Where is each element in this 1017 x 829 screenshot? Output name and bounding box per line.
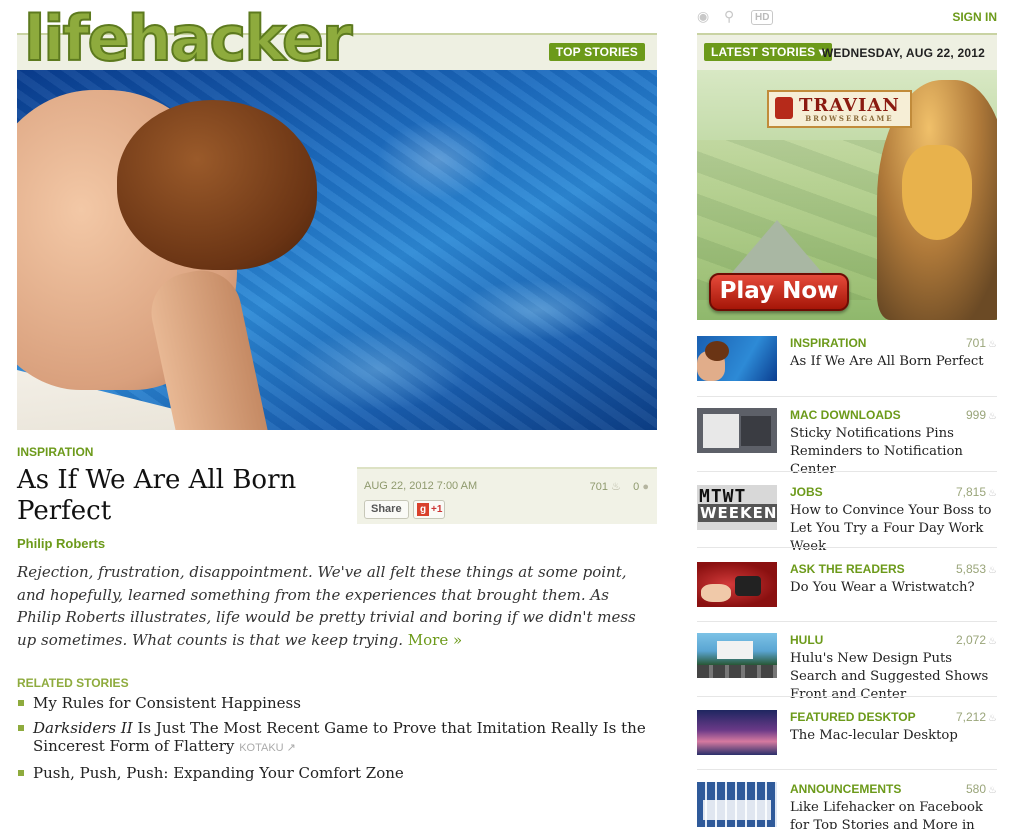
story-category[interactable]: MAC DOWNLOADS: [790, 408, 901, 422]
hero-image[interactable]: [17, 70, 657, 430]
story-count: 7,212 ♨: [956, 710, 997, 724]
top-stories-button[interactable]: TOP STORIES: [548, 43, 645, 61]
divider: [697, 471, 997, 472]
comment-bubble-icon: ●: [642, 481, 649, 493]
story-category[interactable]: FEATURED DESKTOP: [790, 710, 916, 724]
divider: [697, 696, 997, 697]
story-count: 701 ♨: [966, 336, 997, 350]
latest-stories-bar: LATEST STORIES ▾ WEDNESDAY, AUG 22, 2012: [697, 33, 997, 70]
story-count: 5,853 ♨: [956, 562, 997, 576]
ad-warrior-beard: [902, 145, 972, 240]
article-meta-box: AUG 22, 2012 7:00 AM 701 ♨ 0 ● Share g +1: [357, 467, 657, 524]
travian-logo: TRAVIAN BROWSERGAME: [767, 90, 912, 128]
related-story-link[interactable]: Push, Push, Push: Expanding Your Comfort…: [33, 764, 404, 782]
story-thumbnail[interactable]: MTWT WEEKEND: [697, 485, 777, 530]
travian-emblem-icon: [775, 97, 793, 119]
google-plus-label: +1: [431, 504, 443, 515]
flame-icon: ♨: [988, 411, 997, 422]
current-date: WEDNESDAY, AUG 22, 2012: [821, 46, 985, 60]
google-plus-button[interactable]: g +1: [413, 500, 445, 519]
hd-toggle[interactable]: HD: [751, 10, 774, 25]
story-title[interactable]: Like Lifehacker on Facebook for Top Stor…: [790, 799, 1000, 829]
lifehacker-logo[interactable]: lifehacker: [23, 1, 353, 76]
flame-icon: ♨: [988, 785, 997, 796]
flame-icon: ♨: [988, 565, 997, 576]
story-thumbnail[interactable]: [697, 710, 777, 755]
story-thumbnail[interactable]: [697, 408, 777, 453]
share-button[interactable]: Share: [364, 500, 409, 519]
story-count: 999 ♨: [966, 408, 997, 422]
latest-stories-label: LATEST STORIES: [711, 45, 816, 59]
article-title[interactable]: As If We Are All Born Perfect: [17, 465, 337, 527]
story-category[interactable]: INSPIRATION: [790, 336, 866, 350]
article-category[interactable]: INSPIRATION: [17, 445, 93, 459]
story-count: 2,072 ♨: [956, 633, 997, 647]
article-date: AUG 22, 2012 7:00 AM: [364, 480, 478, 492]
sign-in-link[interactable]: SIGN IN: [952, 10, 997, 24]
comment-count: 0: [633, 481, 640, 493]
flame-icon: ♨: [611, 481, 621, 493]
flame-icon: ♨: [988, 339, 997, 350]
google-plus-icon: g: [417, 503, 429, 516]
divider: [697, 547, 997, 548]
child-head: [117, 100, 317, 270]
story-title[interactable]: The Mac-lecular Desktop: [790, 727, 1000, 745]
divider: [697, 769, 997, 770]
utility-icons: ◉ ⚲ HD: [697, 9, 777, 27]
story-category[interactable]: ASK THE READERS: [790, 562, 905, 576]
related-story-item[interactable]: Push, Push, Push: Expanding Your Comfort…: [17, 764, 657, 783]
ad-brand-sub: BROWSERGAME: [805, 114, 894, 123]
excerpt-text: Rejection, frustration, disappointment. …: [17, 563, 636, 649]
travian-ad[interactable]: TRAVIAN BROWSERGAME Play Now: [697, 70, 997, 320]
story-thumbnail[interactable]: [697, 562, 777, 607]
story-category[interactable]: JOBS: [790, 485, 823, 499]
divider: [697, 396, 997, 397]
search-icon[interactable]: ⚲: [724, 9, 734, 25]
article-excerpt: Rejection, frustration, disappointment. …: [17, 561, 657, 651]
story-thumbnail[interactable]: [697, 633, 777, 678]
play-now-button[interactable]: Play Now: [709, 273, 849, 311]
thumb-text: WEEKEND: [698, 504, 777, 522]
related-story-link[interactable]: My Rules for Consistent Happiness: [33, 694, 301, 712]
related-story-item[interactable]: Darksiders II Is Just The Most Recent Ga…: [17, 719, 657, 758]
story-count: 580 ♨: [966, 782, 997, 796]
related-stories-heading: RELATED STORIES: [17, 676, 129, 690]
flame-icon: ♨: [988, 636, 997, 647]
external-arrow-icon: ↗: [283, 742, 296, 754]
flame-icon: ♨: [988, 713, 997, 724]
story-category[interactable]: HULU: [790, 633, 823, 647]
story-count: 7,815 ♨: [956, 485, 997, 499]
article-author[interactable]: Philip Roberts: [17, 536, 105, 551]
related-story-item[interactable]: My Rules for Consistent Happiness: [17, 694, 657, 713]
eye-icon[interactable]: ◉: [697, 9, 709, 25]
story-thumbnail[interactable]: [697, 782, 777, 827]
story-title[interactable]: As If We Are All Born Perfect: [790, 353, 1000, 371]
flame-icon: ♨: [988, 488, 997, 499]
child-arm: [144, 263, 280, 430]
story-thumbnail[interactable]: [697, 336, 777, 381]
related-story-source[interactable]: KOTAKU: [239, 742, 283, 754]
story-category[interactable]: ANNOUNCEMENTS: [790, 782, 901, 796]
latest-stories-dropdown[interactable]: LATEST STORIES ▾: [704, 43, 833, 61]
more-link[interactable]: More »: [408, 631, 462, 649]
article-counts: 701 ♨ 0 ●: [590, 480, 649, 493]
view-count: 701: [589, 481, 608, 493]
related-stories-list: My Rules for Consistent Happiness Darksi…: [17, 694, 657, 788]
ad-brand: TRAVIAN: [799, 95, 900, 116]
related-story-italic[interactable]: Darksiders II: [33, 719, 133, 737]
story-title[interactable]: Do You Wear a Wristwatch?: [790, 579, 1000, 597]
divider: [697, 621, 997, 622]
